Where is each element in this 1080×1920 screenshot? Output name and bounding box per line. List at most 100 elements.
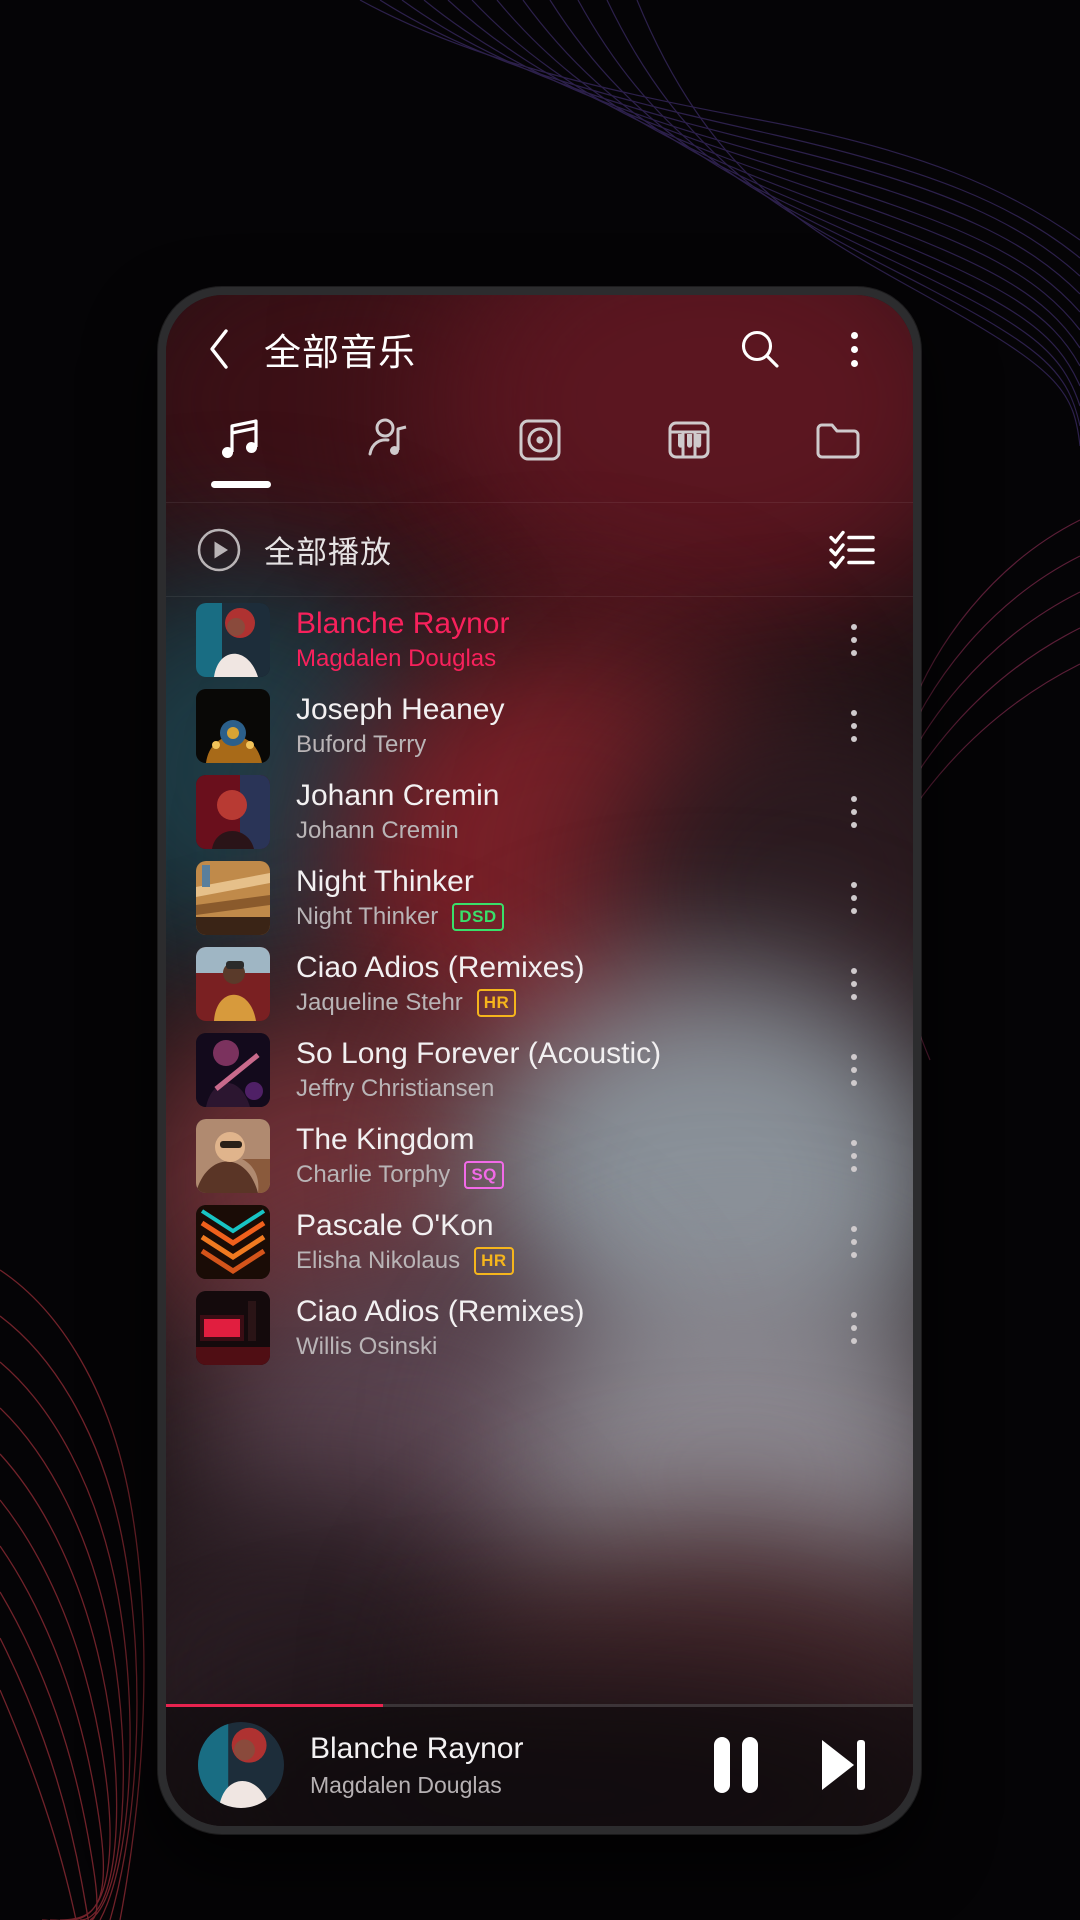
search-icon: [741, 330, 779, 368]
play-all-label: 全部播放: [264, 535, 392, 570]
tab-albums[interactable]: [465, 407, 614, 502]
tab-indicator-inactive: [510, 481, 570, 488]
pause-button[interactable]: [705, 1734, 767, 1796]
song-row[interactable]: Joseph Heaney Buford Terry: [166, 683, 913, 769]
song-title: Ciao Adios (Remixes): [296, 1294, 585, 1328]
page-title: 全部音乐: [264, 332, 416, 373]
song-row[interactable]: Blanche Raynor Magdalen Douglas: [166, 597, 913, 683]
more-vertical-icon: [851, 968, 857, 1000]
album-art: [196, 947, 270, 1021]
more-vertical-icon: [851, 1140, 857, 1172]
more-vertical-icon: [851, 710, 857, 742]
more-vertical-icon: [851, 1054, 857, 1086]
mini-player-title: Blanche Raynor: [310, 1731, 524, 1765]
mini-player-artist: Magdalen Douglas: [310, 1771, 502, 1798]
next-track-button[interactable]: [811, 1734, 873, 1796]
play-all-button[interactable]: 全部播放: [196, 527, 827, 573]
piano-keys-icon: [663, 413, 715, 467]
album-art: [196, 1119, 270, 1193]
song-artist: Jeffry Christiansen: [296, 1075, 495, 1103]
album-art: [196, 1205, 270, 1279]
song-artist: Jaqueline Stehr: [296, 989, 463, 1017]
album-art: [196, 689, 270, 763]
song-artist: Night Thinker: [296, 903, 439, 931]
overflow-menu-button[interactable]: [829, 324, 879, 374]
more-vertical-icon: [851, 624, 857, 656]
phone-screen: 全部音乐 全部播放 Blanche Raynor Magdalen Dougla…: [166, 295, 913, 1826]
chevron-left-icon: [210, 329, 228, 369]
more-vertical-icon: [850, 331, 858, 367]
back-button[interactable]: [196, 326, 242, 372]
album-art: [196, 1033, 270, 1107]
song-row[interactable]: Pascale O'Kon Elisha Nikolaus HR: [166, 1199, 913, 1285]
tab-artists[interactable]: [315, 407, 464, 502]
tab-active-indicator: [210, 481, 271, 488]
mini-player[interactable]: Blanche Raynor Magdalen Douglas: [166, 1704, 913, 1826]
song-title: Pascale O'Kon: [296, 1208, 494, 1242]
tab-indicator-inactive: [360, 481, 420, 488]
song-artist: Magdalen Douglas: [296, 645, 497, 673]
search-button[interactable]: [735, 324, 785, 374]
song-more-button[interactable]: [831, 870, 877, 926]
song-list[interactable]: Blanche Raynor Magdalen Douglas Joseph H…: [166, 597, 913, 1704]
more-vertical-icon: [851, 1312, 857, 1344]
tab-indicator-inactive: [659, 481, 719, 488]
quality-badge: SQ: [464, 1161, 504, 1190]
tab-bar: [166, 403, 913, 503]
mini-player-album-art[interactable]: [198, 1722, 284, 1808]
song-row[interactable]: Ciao Adios (Remixes) Jaqueline Stehr HR: [166, 941, 913, 1027]
album-art: [196, 603, 270, 677]
play-all-row: 全部播放: [166, 503, 913, 597]
playback-progress-fill: [166, 1704, 383, 1707]
song-more-button[interactable]: [831, 1214, 877, 1270]
more-vertical-icon: [851, 796, 857, 828]
tab-folders[interactable]: [764, 407, 913, 502]
play-circle-icon: [197, 528, 241, 571]
song-more-button[interactable]: [831, 612, 877, 668]
album-art: [196, 775, 270, 849]
song-row[interactable]: Ciao Adios (Remixes) Willis Osinski: [166, 1285, 913, 1371]
tab-songs[interactable]: [166, 407, 315, 502]
song-more-button[interactable]: [831, 1128, 877, 1184]
song-more-button[interactable]: [831, 1300, 877, 1356]
song-artist: Willis Osinski: [296, 1333, 438, 1361]
music-note-icon: [215, 413, 267, 467]
more-vertical-icon: [851, 882, 857, 914]
song-artist: Charlie Torphy: [296, 1161, 451, 1189]
song-title: So Long Forever (Acoustic): [296, 1036, 662, 1070]
quality-badge: HR: [476, 989, 517, 1018]
song-row[interactable]: Johann Cremin Johann Cremin: [166, 769, 913, 855]
phone-frame: 全部音乐 全部播放 Blanche Raynor Magdalen Dougla…: [158, 287, 921, 1834]
app-bar: 全部音乐: [166, 295, 913, 403]
song-row[interactable]: So Long Forever (Acoustic) Jeffry Christ…: [166, 1027, 913, 1113]
multiselect-button[interactable]: [827, 525, 877, 575]
song-title: Joseph Heaney: [296, 692, 505, 726]
skip-next-icon: [822, 1740, 865, 1790]
song-title: Night Thinker: [296, 864, 474, 898]
song-title: The Kingdom: [296, 1122, 475, 1156]
quality-badge: DSD: [452, 903, 504, 932]
song-row[interactable]: The Kingdom Charlie Torphy SQ: [166, 1113, 913, 1199]
song-more-button[interactable]: [831, 698, 877, 754]
pause-icon: [714, 1737, 758, 1793]
song-more-button[interactable]: [831, 784, 877, 840]
folder-icon: [812, 413, 864, 467]
song-title: Ciao Adios (Remixes): [296, 950, 585, 984]
song-title: Johann Cremin: [296, 778, 500, 812]
more-vertical-icon: [851, 1226, 857, 1258]
album-disc-icon: [514, 413, 566, 467]
tab-genres[interactable]: [614, 407, 763, 502]
song-artist: Elisha Nikolaus: [296, 1247, 461, 1275]
album-art: [196, 861, 270, 935]
song-more-button[interactable]: [831, 1042, 877, 1098]
song-artist: Johann Cremin: [296, 817, 459, 845]
song-row[interactable]: Night Thinker Night Thinker DSD: [166, 855, 913, 941]
playback-progress-bar[interactable]: [166, 1704, 913, 1707]
song-title: Blanche Raynor: [296, 606, 510, 640]
song-more-button[interactable]: [831, 956, 877, 1012]
artist-note-icon: [364, 413, 416, 467]
song-artist: Buford Terry: [296, 731, 427, 759]
quality-badge: HR: [474, 1247, 514, 1276]
checklist-icon: [829, 530, 875, 569]
tab-indicator-inactive: [808, 481, 868, 488]
